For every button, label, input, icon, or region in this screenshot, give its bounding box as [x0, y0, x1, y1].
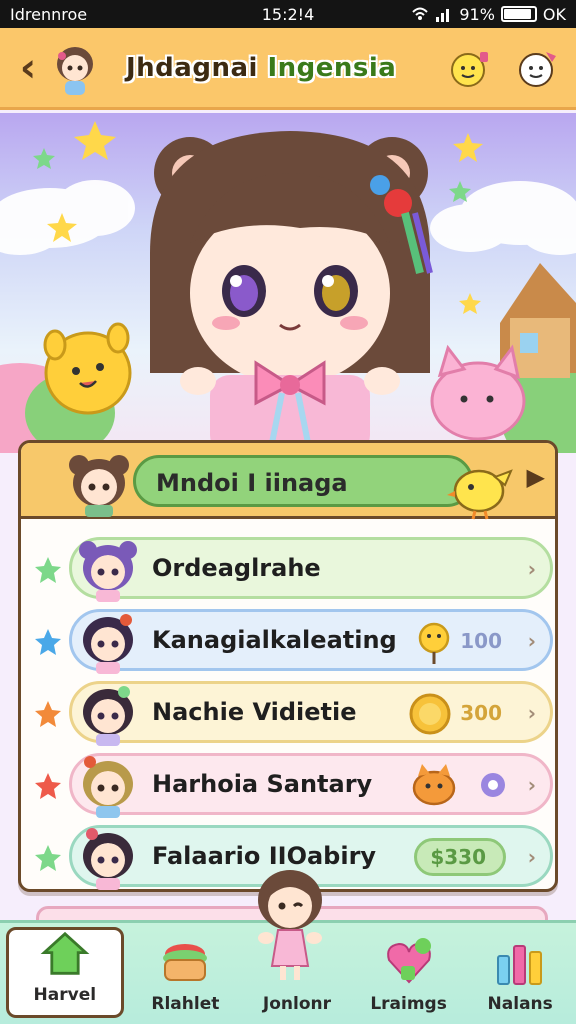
cloud-right-icon: [430, 181, 576, 255]
list-item[interactable]: Kanagialkaleating 100 ›: [35, 609, 553, 674]
nav-item-market[interactable]: Rlahlet: [130, 923, 242, 1024]
orange-star-icon: [35, 701, 61, 727]
back-chevron-icon: ‹: [19, 44, 37, 91]
signal-icon: [436, 9, 450, 22]
nav-label: Lraimgs: [370, 994, 447, 1014]
page-title-highlight: Ingensia: [267, 52, 397, 83]
row-avatar: [79, 541, 137, 602]
nav-item-stats[interactable]: Nalans: [464, 923, 576, 1024]
app-header: ‹ Jhdagnai Ingensia: [0, 28, 576, 110]
row-value: $330: [430, 845, 486, 869]
wifi-icon: [412, 7, 429, 20]
cake-icon: [163, 944, 208, 981]
stats-icon: [497, 945, 543, 985]
chick-sticker-icon[interactable]: [448, 46, 492, 90]
home-icon: [40, 931, 90, 975]
featured-bar[interactable]: Mndoi I iinaga: [133, 455, 473, 507]
list-item[interactable]: Ordeaglrahe ›: [35, 537, 553, 602]
featured-avatar: [69, 455, 129, 517]
battery-icon: [500, 6, 537, 22]
battery-percent: 91%: [459, 4, 495, 24]
hero-illustration: [0, 113, 576, 453]
status-bar: Idrennroe 15:2!4 91% OK: [0, 0, 576, 28]
featured-row[interactable]: Mndoi I iinaga ▶: [21, 443, 555, 520]
back-button[interactable]: ‹: [8, 43, 48, 93]
row-name: Ordeaglrahe: [152, 554, 321, 582]
pink-cat-icon: [430, 344, 526, 441]
row-value: 300: [460, 701, 502, 725]
featured-label: Mndoi I iinaga: [156, 469, 348, 497]
waving-character-icon: [258, 870, 322, 980]
purple-badge-icon: [481, 773, 505, 797]
nav-label: Rlahlet: [151, 994, 220, 1014]
green-star-icon: [35, 557, 61, 583]
menu-card: Mndoi I iinaga ▶ Ordeaglrahe › Kanagialk…: [18, 440, 558, 892]
page-title: Jhdagnai Ingensia: [126, 53, 396, 83]
list-item[interactable]: Nachie Vidietie 300 ›: [35, 681, 553, 746]
green-star-icon: [35, 845, 61, 871]
chevron-right-icon: ▶: [526, 463, 545, 491]
chevron-right-icon: ›: [527, 557, 536, 581]
row-name: Harhoia Santary: [152, 770, 373, 798]
chick-mascot-icon: [447, 469, 513, 520]
chevron-right-icon: ›: [527, 773, 536, 797]
carrier-name: Idrennroe: [10, 4, 88, 24]
status-ok: OK: [542, 4, 566, 24]
nav-label: Nalans: [487, 994, 553, 1014]
chevron-right-icon: ›: [527, 629, 536, 653]
nav-label: Jonlonr: [262, 994, 332, 1014]
yellow-creature-icon: [43, 322, 132, 415]
red-star-icon: [35, 773, 61, 799]
main-character-icon: [150, 131, 433, 453]
list-item[interactable]: Harhoia Santary ›: [35, 753, 553, 818]
row-value: 100: [460, 629, 502, 653]
chevron-right-icon: ›: [527, 845, 536, 869]
row-name: Kanagialkaleating: [152, 626, 397, 654]
heart-blocks-icon: [386, 938, 431, 984]
gold-coin-icon: [409, 693, 451, 735]
chevron-right-icon: ›: [527, 701, 536, 725]
fox-creature-icon: [412, 764, 456, 806]
row-name: Nachie Vidietie: [152, 698, 357, 726]
nav-item-rankings[interactable]: Lraimgs: [353, 923, 465, 1024]
emoji-face-icon[interactable]: [516, 46, 560, 90]
profile-avatar[interactable]: [50, 38, 100, 98]
lollipop-icon: [418, 622, 450, 664]
cloud-left-icon: [0, 180, 135, 255]
row-avatar: [83, 614, 133, 674]
nav-label: Harvel: [33, 985, 97, 1005]
blue-star-icon: [35, 629, 61, 655]
row-avatar: [83, 686, 133, 746]
row-avatar: [83, 756, 133, 818]
page-title-main: Jhdagnai: [126, 52, 258, 83]
row-avatar: [83, 828, 133, 890]
nav-item-home[interactable]: Harvel: [6, 927, 124, 1018]
